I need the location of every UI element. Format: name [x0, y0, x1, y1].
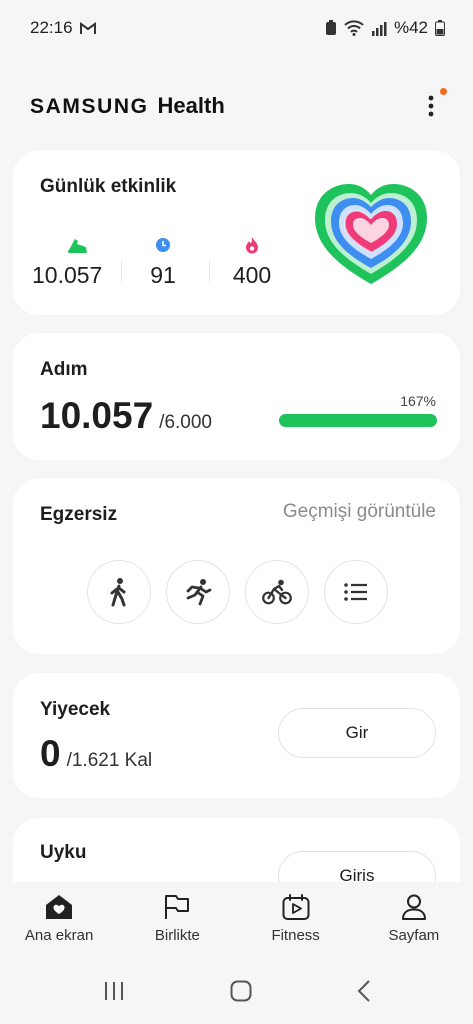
back-button[interactable] [357, 979, 371, 1007]
recent-apps-button[interactable] [103, 981, 125, 1006]
walking-icon [110, 578, 126, 607]
bottom-navigation: Ana ekran Birlikte Fitness Sayfam [0, 882, 473, 962]
card-title: Yiyecek [40, 699, 111, 720]
gmail-icon [79, 21, 96, 35]
system-navigation-bar [0, 962, 473, 1024]
nav-home-label: Ana ekran [24, 927, 94, 944]
recent-apps-icon [104, 981, 123, 1000]
cycling-button[interactable] [245, 560, 309, 624]
card-title: Adım [40, 359, 88, 380]
nav-home[interactable]: Ana ekran [0, 882, 118, 962]
activity-calories: 400 [206, 234, 298, 289]
activity-minutes: 91 [117, 234, 209, 289]
steps-count: 10.057 /6.000 [40, 395, 212, 437]
view-history-link[interactable]: Geçmişi görüntüle [283, 501, 436, 523]
nav-together-label: Birlikte [154, 927, 200, 944]
card-title: Egzersiz [40, 504, 118, 525]
nav-profile[interactable]: Sayfam [355, 882, 473, 962]
flag-icon [165, 895, 190, 919]
signal-icon [371, 21, 387, 36]
minutes-value: 91 [150, 262, 176, 288]
logo-brand: SAMSUNG [30, 95, 149, 118]
walking-button[interactable] [87, 560, 151, 624]
status-bar: 22:16 %42 [0, 0, 473, 56]
food-enter-button[interactable]: Gir [278, 708, 436, 758]
flame-icon [246, 237, 258, 254]
home-square-icon [230, 980, 251, 1001]
profile-icon [401, 894, 426, 920]
food-calories: 0 /1.621 Kal [40, 733, 152, 775]
more-vertical-icon [428, 95, 434, 117]
back-chevron-icon [357, 979, 370, 1002]
steps-percent: 167% [400, 393, 436, 409]
clock-icon [156, 238, 170, 252]
running-button[interactable] [166, 560, 230, 624]
card-title: Uyku [40, 842, 87, 863]
nav-fitness-label: Fitness [271, 927, 320, 944]
wifi-icon [344, 20, 364, 36]
exercise-list-button[interactable] [324, 560, 388, 624]
fitness-video-icon [282, 894, 310, 920]
battery-saver-icon [325, 20, 337, 36]
app-header: SAMSUNG Health [0, 84, 473, 128]
nav-profile-label: Sayfam [388, 927, 440, 944]
shoe-icon [68, 239, 87, 253]
activity-rings-heart [309, 180, 433, 295]
steps-progress-fill [279, 414, 437, 427]
logo-app-name: Health [157, 93, 225, 118]
nav-fitness[interactable]: Fitness [237, 882, 355, 962]
activity-steps: 10.057 [32, 234, 124, 289]
steps-card[interactable]: Adım 10.057 /6.000 167% [13, 333, 460, 460]
calories-value: 400 [232, 262, 272, 288]
steps-value: 10.057 [32, 262, 103, 288]
battery-icon [435, 20, 445, 36]
food-value: 0 [40, 733, 61, 774]
steps-progress-bar [279, 414, 437, 427]
more-options-button[interactable] [419, 86, 447, 126]
running-icon [186, 579, 212, 606]
steps-goal: /6.000 [159, 412, 212, 433]
steps-value: 10.057 [40, 395, 154, 436]
notification-dot [440, 88, 447, 95]
exercise-card: Egzersiz Geçmişi görüntüle [13, 478, 460, 654]
card-title: Günlük etkinlik [40, 176, 177, 197]
home-icon [46, 895, 73, 919]
home-button[interactable] [230, 980, 252, 1007]
cycling-icon [262, 579, 292, 605]
samsung-health-logo: SAMSUNG Health [30, 93, 225, 119]
status-time: 22:16 [30, 18, 73, 37]
list-icon [344, 583, 367, 601]
battery-level: %42 [393, 18, 428, 37]
food-card[interactable]: Yiyecek 0 /1.621 Kal Gir [13, 673, 460, 798]
daily-activity-card[interactable]: Günlük etkinlik 10.057 91 400 [13, 150, 460, 315]
nav-together[interactable]: Birlikte [118, 882, 236, 962]
food-goal: /1.621 Kal [66, 750, 153, 771]
